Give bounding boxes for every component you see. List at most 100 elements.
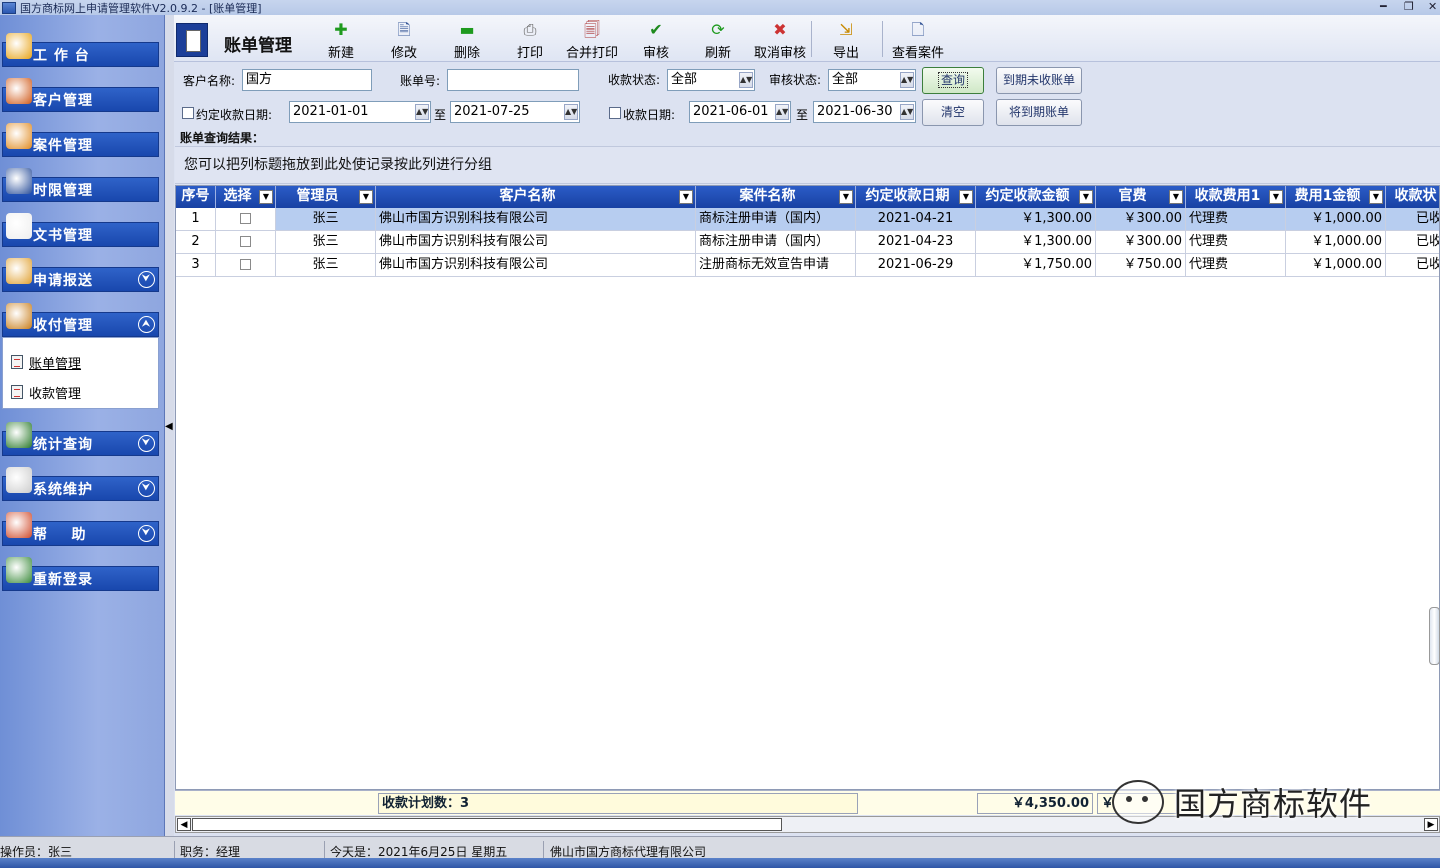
chevron-down-icon[interactable]: ⮟ — [138, 480, 155, 497]
column-header[interactable]: 约定收款金额 ▼ — [976, 186, 1096, 208]
column-header[interactable]: 费用1金额 ▼ — [1286, 186, 1386, 208]
clear-button[interactable]: 清空 — [922, 99, 984, 126]
sidebar-item-2[interactable]: 客户管理 — [2, 78, 159, 112]
agreed-date-checkbox[interactable] — [182, 107, 194, 119]
chevron-up-icon[interactable]: ⮝ — [138, 316, 155, 333]
column-header[interactable]: 官费 ▼ — [1096, 186, 1186, 208]
filter-dropdown-icon[interactable]: ▼ — [679, 190, 693, 204]
collect-status-select[interactable]: 全部 ▲▼ — [667, 69, 755, 91]
filter-dropdown-icon[interactable]: ▼ — [1369, 190, 1383, 204]
filter-dropdown-icon[interactable]: ▼ — [1079, 190, 1093, 204]
sidebar-item-10[interactable]: 帮 助 ⮟ — [2, 512, 159, 546]
toolbar-button-8[interactable]: ✖ 取消审核 — [751, 19, 809, 62]
toolbar-button-4[interactable]: ⎙ 打印 — [513, 19, 547, 62]
collect-date-to[interactable]: 2021-06-30 ▲▼ — [813, 101, 916, 123]
column-header-label: 收款费用1 — [1194, 188, 1261, 204]
table-row[interactable]: 2 张三 佛山市国方识别科技有限公司 商标注册申请（国内） 2021-04-23 ￥1,3… — [176, 231, 1439, 254]
sidebar-item-6[interactable]: 申请报送 ⮟ — [2, 258, 159, 292]
row-select-checkbox[interactable] — [240, 236, 251, 247]
window-title-bar: 国方商标网上申请管理软件V2.0.9.2 - [账单管理] ━ ❐ ✕ — [0, 0, 1440, 15]
collect-date-from[interactable]: 2021-06-01 ▲▼ — [689, 101, 791, 123]
collect-date-checkbox[interactable] — [609, 107, 621, 119]
toolbar-button-5[interactable]: 🗐 合并打印 — [564, 19, 620, 62]
bill-no-input[interactable] — [447, 69, 579, 91]
collect-status-label: 收款状态: — [608, 73, 661, 87]
column-header[interactable]: 收款状 — [1386, 186, 1439, 208]
select-cell[interactable] — [216, 208, 276, 230]
due-unpaid-button[interactable]: 到期未收账单 — [996, 67, 1082, 94]
sidebar-item-label: 收付管理 — [33, 317, 93, 334]
filter-dropdown-icon[interactable]: ▼ — [1169, 190, 1183, 204]
select-cell[interactable] — [216, 231, 276, 253]
customer-input[interactable]: 国方 — [242, 69, 372, 91]
sidebar-item-9[interactable]: 系统维护 ⮟ — [2, 467, 159, 501]
filter-dropdown-icon[interactable]: ▼ — [359, 190, 373, 204]
minimize-icon[interactable]: ━ — [1380, 0, 1387, 13]
restore-icon[interactable]: ❐ — [1404, 0, 1414, 13]
collect-date-from-value: 2021-06-01 — [693, 104, 769, 119]
audit-status-select[interactable]: 全部 ▲▼ — [828, 69, 916, 91]
scroll-left-icon[interactable]: ◀ — [177, 818, 191, 831]
toolbar-separator — [811, 21, 812, 57]
row-select-checkbox[interactable] — [240, 259, 251, 270]
select-cell[interactable] — [216, 254, 276, 276]
scrollbar-thumb[interactable] — [192, 818, 782, 831]
sidebar-item-11[interactable]: 重新登录 — [2, 557, 159, 591]
toolbar-button-1[interactable]: ✚ 新建 — [324, 19, 358, 62]
submenu-item-bill-management[interactable]: 账单管理 — [11, 351, 81, 373]
sidebar-item-7[interactable]: 收付管理 ⮝ — [2, 303, 159, 337]
table-cell-date: 2021-04-21 — [856, 208, 976, 230]
spinner-icon[interactable]: ▲▼ — [775, 104, 789, 120]
toolbar-button-2[interactable]: 🗎 修改 — [387, 19, 421, 62]
sidebar-item-3[interactable]: 案件管理 — [2, 123, 159, 157]
table-cell-case: 商标注册申请（国内） — [696, 231, 856, 253]
table-row[interactable]: 3 张三 佛山市国方识别科技有限公司 注册商标无效宣告申请 2021-06-29 ￥1,7… — [176, 254, 1439, 277]
sidebar-item-8[interactable]: 统计查询 ⮟ — [2, 422, 159, 456]
column-header[interactable]: 收款费用1 ▼ — [1186, 186, 1286, 208]
chevron-down-icon[interactable]: ▲▼ — [900, 72, 914, 88]
column-header[interactable]: 客户名称 ▼ — [376, 186, 696, 208]
group-by-drop-area[interactable]: 您可以把列标题拖放到此处使记录按此列进行分组 — [175, 146, 1440, 184]
toolbar-button-6[interactable]: ✔ 审核 — [639, 19, 673, 62]
column-header[interactable]: 选择 ▼ — [216, 186, 276, 208]
agreed-date-to[interactable]: 2021-07-25 ▲▼ — [450, 101, 580, 123]
chevron-down-icon[interactable]: ⮟ — [138, 271, 155, 288]
column-header[interactable]: 序号 — [176, 186, 216, 208]
agreed-date-from[interactable]: 2021-01-01 ▲▼ — [289, 101, 431, 123]
due-soon-button[interactable]: 将到期账单 — [996, 99, 1082, 126]
vertical-scroll-handle[interactable] — [1429, 607, 1440, 665]
filter-dropdown-icon[interactable]: ▼ — [839, 190, 853, 204]
filter-dropdown-icon[interactable]: ▼ — [1269, 190, 1283, 204]
filter-dropdown-icon[interactable]: ▼ — [259, 190, 273, 204]
spinner-icon[interactable]: ▲▼ — [900, 104, 914, 120]
close-icon[interactable]: ✕ — [1428, 0, 1437, 13]
document-icon — [11, 355, 23, 369]
scroll-right-icon[interactable]: ▶ — [1424, 818, 1438, 831]
column-header[interactable]: 约定收款日期 ▼ — [856, 186, 976, 208]
bill-no-label: 账单号: — [400, 74, 441, 88]
collapse-sidebar-icon[interactable]: ◀ — [165, 420, 174, 434]
window-title: 国方商标网上申请管理软件V2.0.9.2 - [账单管理] — [20, 1, 262, 15]
sidebar-item-1[interactable]: 工 作 台 — [2, 33, 159, 67]
column-header[interactable]: 案件名称 ▼ — [696, 186, 856, 208]
toolbar-button-label: 删除 — [453, 46, 480, 61]
column-header[interactable]: 管理员 ▼ — [276, 186, 376, 208]
spinner-icon[interactable]: ▲▼ — [564, 104, 578, 120]
chevron-down-icon[interactable]: ▲▼ — [739, 72, 753, 88]
sidebar-item-4[interactable]: 时限管理 — [2, 168, 159, 202]
spinner-icon[interactable]: ▲▼ — [415, 104, 429, 120]
table-row[interactable]: 1 张三 佛山市国方识别科技有限公司 商标注册申请（国内） 2021-04-21 ￥1,3… — [176, 208, 1439, 231]
toolbar-button-9[interactable]: ⇲ 导出 — [829, 19, 863, 62]
row-select-checkbox[interactable] — [240, 213, 251, 224]
sidebar-item-label: 客户管理 — [33, 92, 93, 109]
query-button[interactable]: 查询 — [922, 67, 984, 94]
submenu-item-payment-management[interactable]: 收款管理 — [11, 381, 81, 403]
chevron-down-icon[interactable]: ⮟ — [138, 435, 155, 452]
toolbar-button-7[interactable]: ⟳ 刷新 — [701, 19, 735, 62]
sidebar-item-5[interactable]: 文书管理 — [2, 213, 159, 247]
toolbar-button-3[interactable]: ▬ 删除 — [450, 19, 484, 62]
chevron-down-icon[interactable]: ⮟ — [138, 525, 155, 542]
filter-dropdown-icon[interactable]: ▼ — [959, 190, 973, 204]
status-separator — [174, 841, 175, 859]
toolbar-button-10[interactable]: 🗋 查看案件 — [889, 19, 947, 62]
